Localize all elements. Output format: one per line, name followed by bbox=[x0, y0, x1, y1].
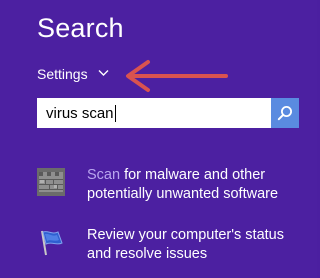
search-box[interactable]: virus scan bbox=[37, 98, 299, 128]
search-result-line1: for malware and other bbox=[120, 167, 266, 183]
magnifier-icon bbox=[277, 106, 292, 121]
search-button[interactable] bbox=[270, 98, 299, 128]
search-result-review-status[interactable]: Review your computer's status and resolv… bbox=[37, 226, 307, 264]
search-scope-label: Settings bbox=[37, 66, 88, 82]
defender-castle-wall-icon bbox=[37, 168, 65, 196]
search-result-text: Review your computer's status and resolv… bbox=[87, 226, 307, 264]
search-result-text: Scan for malware and other potentially u… bbox=[87, 166, 307, 204]
search-result-line2: and resolve issues bbox=[87, 246, 208, 262]
pane-title: Search bbox=[37, 13, 124, 43]
search-query-text: virus scan bbox=[46, 104, 114, 122]
search-pane: Search Settings virus scan Scan for malw… bbox=[0, 0, 317, 278]
annotation-arrow-icon bbox=[126, 60, 228, 92]
search-scope-dropdown[interactable]: Settings bbox=[37, 66, 109, 82]
action-center-flag-icon bbox=[37, 228, 65, 256]
chevron-down-icon bbox=[98, 69, 109, 79]
search-result-line2: potentially unwanted software bbox=[87, 186, 279, 202]
search-input[interactable]: virus scan bbox=[37, 98, 270, 128]
search-result-highlight: Scan bbox=[87, 167, 121, 183]
search-result-line1: Review your computer's status bbox=[87, 227, 284, 243]
text-caret bbox=[114, 104, 116, 122]
search-result-scan[interactable]: Scan for malware and other potentially u… bbox=[37, 166, 307, 204]
